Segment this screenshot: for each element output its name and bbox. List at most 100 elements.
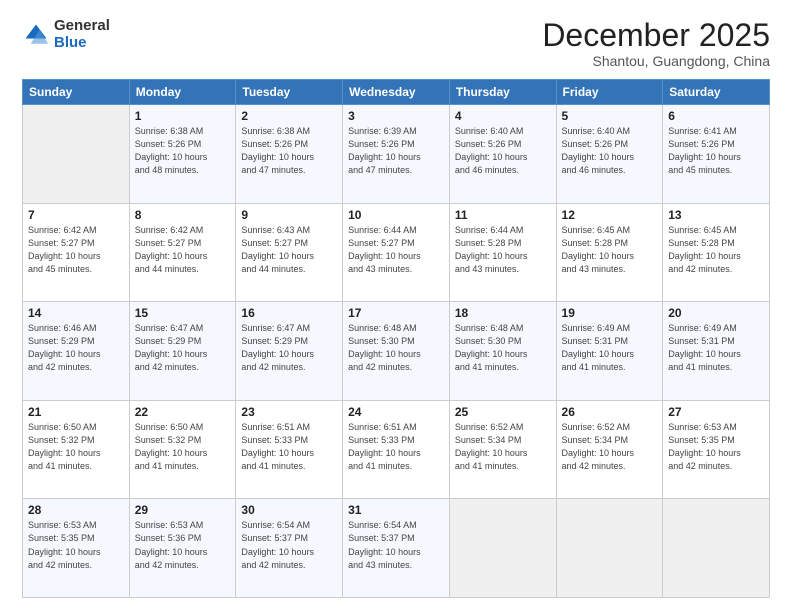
weekday-header-saturday: Saturday [663,80,770,105]
cell-info: Sunrise: 6:54 AMSunset: 5:37 PMDaylight:… [348,519,444,571]
day-number: 1 [135,109,231,123]
cell-info: Sunrise: 6:50 AMSunset: 5:32 PMDaylight:… [135,421,231,473]
calendar-cell: 8 Sunrise: 6:42 AMSunset: 5:27 PMDaylight… [129,203,236,302]
calendar-week-3: 14 Sunrise: 6:46 AMSunset: 5:29 PMDayligh… [23,302,770,401]
calendar-cell: 19Sunrise: 6:49 AMSunset: 5:31 PMDayligh… [556,302,663,401]
weekday-header-thursday: Thursday [449,80,556,105]
weekday-header-sunday: Sunday [23,80,130,105]
calendar-cell [663,499,770,598]
logo-blue-text: Blue [54,35,110,52]
day-number: 17 [348,306,444,320]
day-number: 14 [28,306,124,320]
calendar-cell: 16Sunrise: 6:47 AMSunset: 5:29 PMDayligh… [236,302,343,401]
cell-info: Sunrise: 6:48 AMSunset: 5:30 PMDaylight:… [455,322,551,374]
day-number: 12 [562,208,658,222]
cell-info: Sunrise: 6:39 AMSunset: 5:26 PMDaylight:… [348,125,444,177]
calendar-cell: 27 Sunrise: 6:53 AMSunset: 5:35 PMDayligh… [663,400,770,499]
calendar-cell: 11Sunrise: 6:44 AMSunset: 5:28 PMDayligh… [449,203,556,302]
cell-info: Sunrise: 6:54 AMSunset: 5:37 PMDaylight:… [241,519,337,571]
cell-info: Sunrise: 6:45 AMSunset: 5:28 PMDaylight:… [668,224,764,276]
day-number: 21 [28,405,124,419]
calendar-cell: 22 Sunrise: 6:50 AMSunset: 5:32 PMDayligh… [129,400,236,499]
logo: General Blue [22,18,110,51]
day-number: 19 [562,306,658,320]
cell-info: Sunrise: 6:52 AMSunset: 5:34 PMDaylight:… [562,421,658,473]
cell-info: Sunrise: 6:50 AMSunset: 5:32 PMDaylight:… [28,421,124,473]
day-number: 9 [241,208,337,222]
day-number: 25 [455,405,551,419]
weekday-header-tuesday: Tuesday [236,80,343,105]
calendar-cell: 9 Sunrise: 6:43 AMSunset: 5:27 PMDaylight… [236,203,343,302]
month-title: December 2025 [542,18,770,53]
cell-info: Sunrise: 6:44 AMSunset: 5:27 PMDaylight:… [348,224,444,276]
calendar-cell: 4Sunrise: 6:40 AMSunset: 5:26 PMDaylight… [449,105,556,204]
calendar-cell: 21 Sunrise: 6:50 AMSunset: 5:32 PMDayligh… [23,400,130,499]
weekday-header-friday: Friday [556,80,663,105]
page: General Blue December 2025 Shantou, Guan… [0,0,792,612]
cell-info: Sunrise: 6:47 AMSunset: 5:29 PMDaylight:… [135,322,231,374]
calendar-cell: 26Sunrise: 6:52 AMSunset: 5:34 PMDayligh… [556,400,663,499]
calendar-header: SundayMondayTuesdayWednesdayThursdayFrid… [23,80,770,105]
day-number: 20 [668,306,764,320]
calendar-cell: 13Sunrise: 6:45 AMSunset: 5:28 PMDayligh… [663,203,770,302]
calendar-cell: 25 Sunrise: 6:52 AMSunset: 5:34 PMDayligh… [449,400,556,499]
cell-info: Sunrise: 6:38 AMSunset: 5:26 PMDaylight:… [241,125,337,177]
day-number: 24 [348,405,444,419]
cell-info: Sunrise: 6:53 AMSunset: 5:35 PMDaylight:… [28,519,124,571]
cell-info: Sunrise: 6:42 AMSunset: 5:27 PMDaylight:… [28,224,124,276]
calendar-table: SundayMondayTuesdayWednesdayThursdayFrid… [22,79,770,598]
day-number: 10 [348,208,444,222]
cell-info: Sunrise: 6:53 AMSunset: 5:35 PMDaylight:… [668,421,764,473]
cell-info: Sunrise: 6:38 AMSunset: 5:26 PMDaylight:… [135,125,231,177]
cell-info: Sunrise: 6:41 AMSunset: 5:26 PMDaylight:… [668,125,764,177]
weekday-header-monday: Monday [129,80,236,105]
day-number: 6 [668,109,764,123]
cell-info: Sunrise: 6:43 AMSunset: 5:27 PMDaylight:… [241,224,337,276]
calendar-body: 1 Sunrise: 6:38 AMSunset: 5:26 PMDaylight… [23,105,770,598]
day-number: 15 [135,306,231,320]
calendar-cell: 3 Sunrise: 6:39 AMSunset: 5:26 PMDaylight… [343,105,450,204]
calendar-cell: 18 Sunrise: 6:48 AMSunset: 5:30 PMDayligh… [449,302,556,401]
day-number: 27 [668,405,764,419]
cell-info: Sunrise: 6:51 AMSunset: 5:33 PMDaylight:… [241,421,337,473]
day-number: 3 [348,109,444,123]
calendar-week-2: 7Sunrise: 6:42 AMSunset: 5:27 PMDaylight… [23,203,770,302]
day-number: 2 [241,109,337,123]
cell-info: Sunrise: 6:42 AMSunset: 5:27 PMDaylight:… [135,224,231,276]
calendar-cell: 1 Sunrise: 6:38 AMSunset: 5:26 PMDaylight… [129,105,236,204]
cell-info: Sunrise: 6:53 AMSunset: 5:36 PMDaylight:… [135,519,231,571]
day-number: 11 [455,208,551,222]
calendar-cell: 29 Sunrise: 6:53 AMSunset: 5:36 PMDayligh… [129,499,236,598]
day-number: 28 [28,503,124,517]
cell-info: Sunrise: 6:51 AMSunset: 5:33 PMDaylight:… [348,421,444,473]
calendar-week-4: 21 Sunrise: 6:50 AMSunset: 5:32 PMDayligh… [23,400,770,499]
cell-info: Sunrise: 6:52 AMSunset: 5:34 PMDaylight:… [455,421,551,473]
day-number: 8 [135,208,231,222]
calendar-cell [23,105,130,204]
day-number: 18 [455,306,551,320]
logo-text: General Blue [54,18,110,51]
calendar-cell: 6 Sunrise: 6:41 AMSunset: 5:26 PMDaylight… [663,105,770,204]
calendar-cell [449,499,556,598]
calendar-cell: 17 Sunrise: 6:48 AMSunset: 5:30 PMDayligh… [343,302,450,401]
calendar-cell: 7Sunrise: 6:42 AMSunset: 5:27 PMDaylight… [23,203,130,302]
logo-general-text: General [54,18,110,35]
cell-info: Sunrise: 6:48 AMSunset: 5:30 PMDaylight:… [348,322,444,374]
calendar-cell: 10 Sunrise: 6:44 AMSunset: 5:27 PMDayligh… [343,203,450,302]
day-number: 29 [135,503,231,517]
title-block: December 2025 Shantou, Guangdong, China [542,18,770,69]
cell-info: Sunrise: 6:40 AMSunset: 5:26 PMDaylight:… [562,125,658,177]
calendar-cell: 20Sunrise: 6:49 AMSunset: 5:31 PMDayligh… [663,302,770,401]
calendar-cell: 28 Sunrise: 6:53 AMSunset: 5:35 PMDayligh… [23,499,130,598]
calendar-cell: 14 Sunrise: 6:46 AMSunset: 5:29 PMDayligh… [23,302,130,401]
calendar-cell: 31 Sunrise: 6:54 AMSunset: 5:37 PMDayligh… [343,499,450,598]
cell-info: Sunrise: 6:47 AMSunset: 5:29 PMDaylight:… [241,322,337,374]
calendar-cell: 12Sunrise: 6:45 AMSunset: 5:28 PMDayligh… [556,203,663,302]
calendar-cell: 30 Sunrise: 6:54 AMSunset: 5:37 PMDayligh… [236,499,343,598]
calendar-cell [556,499,663,598]
calendar-cell: 24 Sunrise: 6:51 AMSunset: 5:33 PMDayligh… [343,400,450,499]
day-number: 31 [348,503,444,517]
day-number: 30 [241,503,337,517]
cell-info: Sunrise: 6:46 AMSunset: 5:29 PMDaylight:… [28,322,124,374]
day-number: 22 [135,405,231,419]
